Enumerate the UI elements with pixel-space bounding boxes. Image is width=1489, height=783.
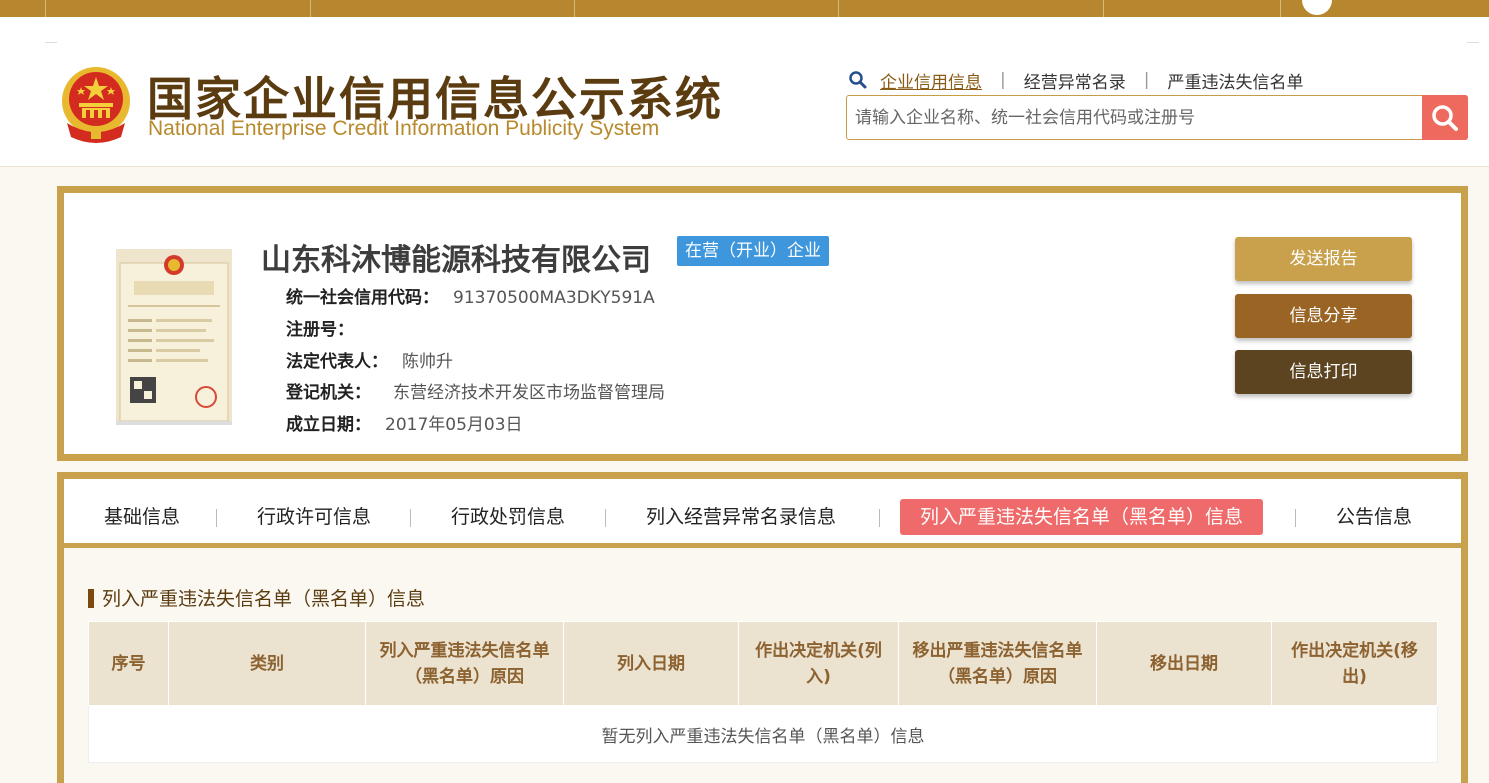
detail-panel: 基础信息 行政许可信息 行政处罚信息 列入经营异常名录信息 列入严重违法失信名单… (57, 472, 1468, 783)
empty-message: 暂无列入严重违法失信名单（黑名单）信息 (88, 705, 1438, 763)
info-established-date: 成立日期： 2017年05月03日 (286, 415, 523, 435)
table-row: 暂无列入严重违法失信名单（黑名单）信息 (88, 705, 1438, 763)
tab-admin-penalty[interactable]: 行政处罚信息 (431, 499, 585, 535)
share-info-button[interactable]: 信息分享 (1235, 294, 1412, 338)
column-header: 作出决定机关(移出) (1271, 621, 1438, 706)
tab-abnormal-list[interactable]: 列入经营异常名录信息 (626, 499, 856, 535)
tab-admin-license[interactable]: 行政许可信息 (237, 499, 391, 535)
tab-announcements[interactable]: 公告信息 (1316, 499, 1432, 535)
column-header: 列入严重违法失信名单（黑名单）原因 (365, 621, 564, 706)
send-report-button[interactable]: 发送报告 (1235, 237, 1412, 281)
search-type-links: 企业信用信息 | 经营异常名录 | 严重违法失信名单 (848, 68, 1303, 93)
section-title: 列入严重违法失信名单（黑名单）信息 (88, 587, 425, 611)
nav-divider (574, 0, 575, 17)
national-emblem-icon (62, 67, 130, 143)
search-input[interactable] (847, 96, 1423, 139)
user-icon[interactable] (1302, 0, 1332, 15)
tab-bar: 基础信息 行政许可信息 行政处罚信息 列入经营异常名录信息 列入严重违法失信名单… (64, 479, 1461, 548)
column-header: 移出日期 (1096, 621, 1272, 706)
nav-divider (310, 0, 311, 17)
link-enterprise-credit[interactable]: 企业信用信息 (880, 68, 982, 93)
column-header: 移出严重违法失信名单（黑名单）原因 (898, 621, 1097, 706)
site-header: 国家企业信用信息公示系统 National Enterprise Credit … (0, 17, 1489, 167)
nav-divider (1103, 0, 1104, 17)
status-badge: 在营（开业）企业 (677, 236, 829, 266)
table-header-row: 序号 类别 列入严重违法失信名单（黑名单）原因 列入日期 作出决定机关(列入) … (88, 621, 1438, 706)
search-box (846, 95, 1468, 140)
tab-basic-info[interactable]: 基础信息 (84, 499, 200, 535)
top-nav-bar (0, 0, 1489, 17)
tab-blacklist[interactable]: 列入严重违法失信名单（黑名单）信息 (900, 499, 1264, 535)
link-abnormal-list[interactable]: 经营异常名录 (1024, 68, 1126, 93)
search-icon (1432, 104, 1458, 131)
info-legal-rep: 法定代表人： 陈帅升 (286, 352, 453, 372)
nav-divider (45, 0, 46, 17)
site-title-en: National Enterprise Credit Information P… (148, 117, 660, 140)
column-header: 序号 (88, 621, 169, 706)
link-blacklist[interactable]: 严重违法失信名单 (1167, 68, 1303, 93)
nav-divider (1280, 0, 1281, 17)
blacklist-table: 序号 类别 列入严重违法失信名单（黑名单）原因 列入日期 作出决定机关(列入) … (88, 621, 1438, 763)
search-button[interactable] (1422, 95, 1468, 140)
company-name: 山东科沐博能源科技有限公司 (261, 243, 651, 278)
business-license-image (116, 249, 232, 425)
column-header: 类别 (168, 621, 366, 706)
column-header: 作出决定机关(列入) (738, 621, 899, 706)
nav-divider (838, 0, 839, 17)
info-registration-authority: 登记机关： 东营经济技术开发区市场监督管理局 (286, 383, 665, 403)
company-card: 山东科沐博能源科技有限公司 在营（开业）企业 统一社会信用代码： 91370500… (57, 186, 1468, 461)
info-reg-number: 注册号： (286, 320, 354, 340)
info-credit-code: 统一社会信用代码： 91370500MA3DKY591A (286, 288, 655, 308)
search-icon (849, 71, 867, 89)
column-header: 列入日期 (563, 621, 739, 706)
print-info-button[interactable]: 信息打印 (1235, 350, 1412, 394)
